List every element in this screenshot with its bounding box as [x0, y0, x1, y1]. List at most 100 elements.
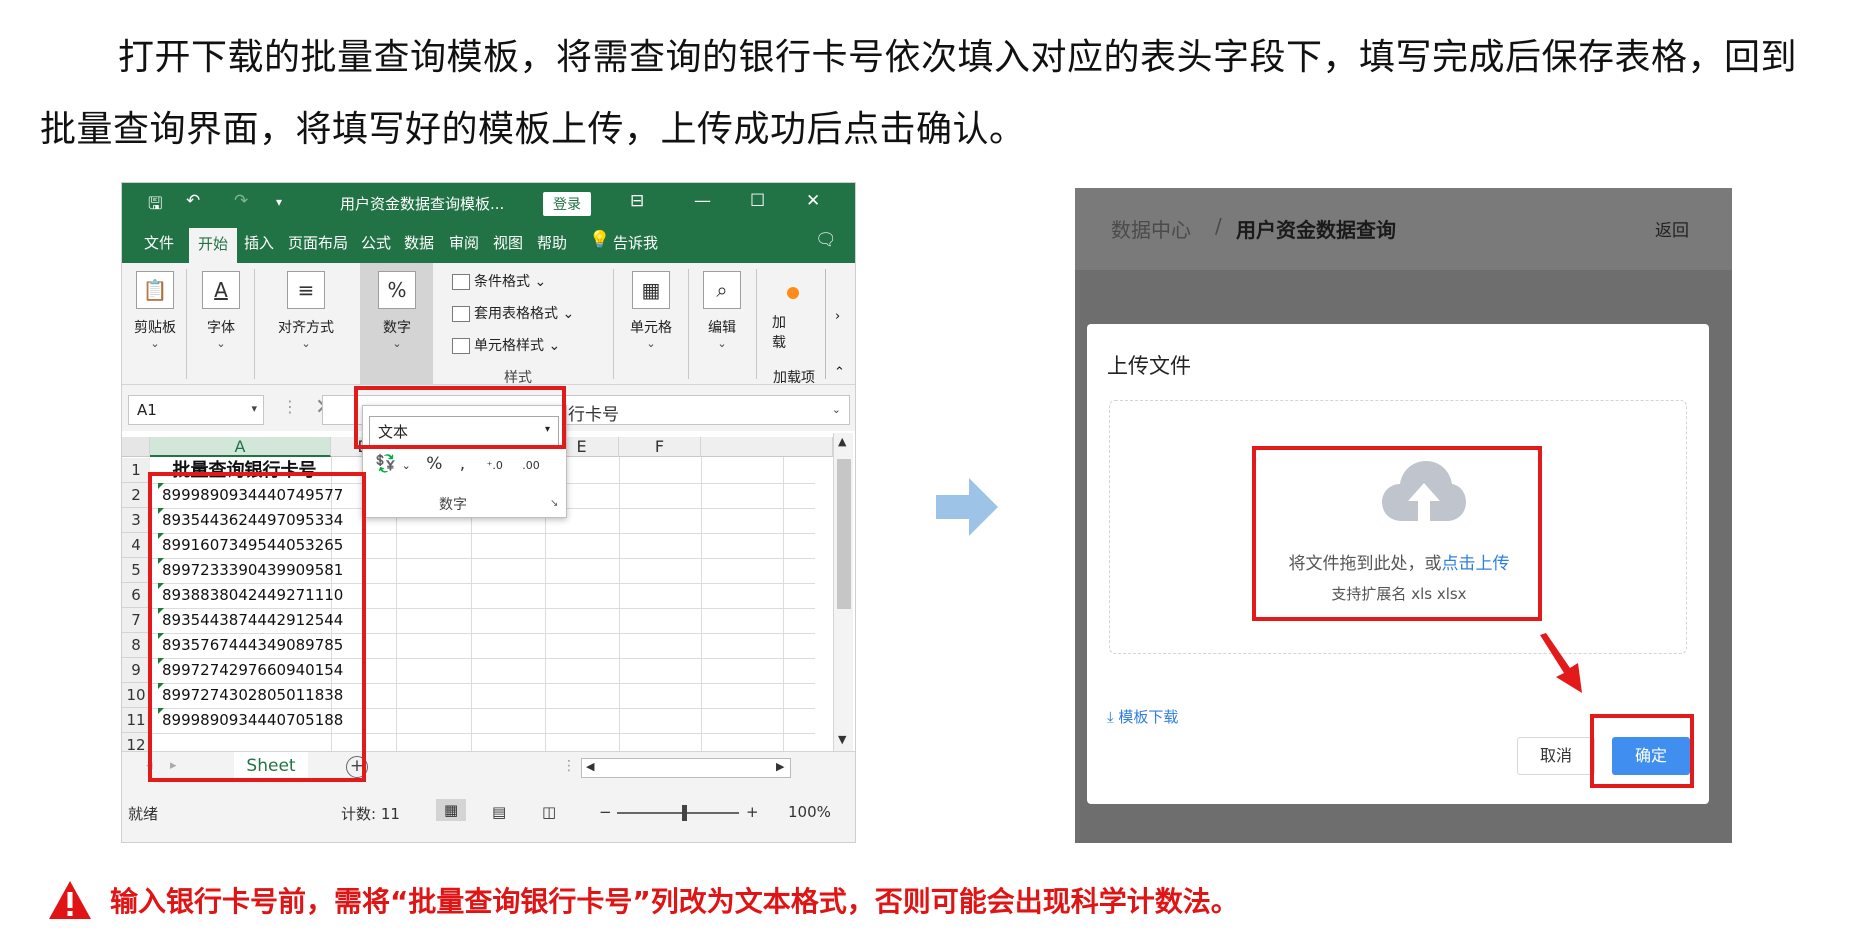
maximize-icon[interactable]: ☐ [750, 191, 765, 211]
card-number-cell[interactable]: 8997233390439909581 [158, 558, 343, 583]
card-number-cell[interactable]: 8935443624497095334 [158, 508, 343, 533]
column-header[interactable]: A [150, 437, 331, 457]
confirm-button[interactable]: 确定 [1612, 737, 1690, 775]
scroll-right-icon[interactable]: ▶ [776, 760, 784, 773]
zoom-in-icon[interactable]: + [746, 803, 759, 821]
redo-icon[interactable]: ↷ [234, 191, 248, 211]
card-number-cell[interactable]: 8991607349544053265 [158, 533, 343, 558]
tab-page-layout[interactable]: 页面布局 [288, 232, 348, 253]
upload-dropzone[interactable]: 将文件拖到此处，或点击上传 支持扩展名 xls xlsx [1109, 400, 1687, 654]
header-cell[interactable]: 批量查询银行卡号 [158, 458, 331, 483]
row-header[interactable]: 10 [122, 683, 150, 708]
dialog-launcher-icon[interactable]: ↘ [550, 498, 558, 509]
row-header[interactable]: 4 [122, 533, 150, 558]
vertical-scrollbar[interactable]: ▲ ▼ [833, 433, 853, 751]
card-number-cell[interactable]: 8938838042449271110 [158, 583, 343, 608]
horizontal-scrollbar[interactable]: ◀ ▶ [581, 758, 791, 778]
next-sheet-icon[interactable]: ▸ [170, 758, 177, 773]
sheet-tab[interactable]: Sheet [234, 752, 308, 782]
expand-formula-icon[interactable]: ⌄ [832, 403, 841, 416]
row-header[interactable]: 9 [122, 658, 150, 683]
addin-group[interactable]: 加载项 [772, 313, 812, 353]
card-number-cell[interactable]: 8999890934440749577 [158, 483, 343, 508]
card-number-cell[interactable]: 8935443874442912544 [158, 608, 343, 633]
zoom-slider-knob[interactable] [682, 805, 687, 821]
prev-sheet-icon[interactable]: ◂ [146, 758, 153, 773]
template-download-link[interactable]: ⤓ 模板下载 [1107, 706, 1178, 727]
row-header[interactable]: 6 [122, 583, 150, 608]
editing-group[interactable]: ⌕ 编辑 ⌄ [694, 271, 750, 350]
table-format-button[interactable]: 套用表格格式 ⌄ [452, 303, 574, 323]
close-icon[interactable]: ✕ [806, 191, 820, 211]
text-format-indicator-icon [158, 708, 164, 714]
table-format-icon [452, 306, 470, 322]
undo-icon[interactable]: ↶ [186, 191, 200, 211]
click-upload-link[interactable]: 点击上传 [1442, 554, 1510, 574]
cells-group[interactable]: ▦ 单元格 ⌄ [618, 271, 684, 350]
chevron-down-icon[interactable]: ⌄ [402, 459, 411, 472]
chevron-down-icon: ▾ [251, 402, 257, 415]
splitter-icon[interactable]: ⋮ [562, 758, 576, 774]
save-icon[interactable]: 🖫 [148, 191, 162, 220]
breadcrumb-parent[interactable]: 数据中心 [1111, 214, 1191, 243]
zoom-level[interactable]: 100% [788, 803, 831, 821]
minimize-icon[interactable]: — [694, 191, 711, 211]
row-header[interactable]: 7 [122, 608, 150, 633]
increase-decimal-icon[interactable]: ⁺.0 [487, 459, 503, 472]
zoom-slider[interactable] [617, 812, 739, 814]
customize-toolbar-icon[interactable]: ▾ [276, 195, 282, 209]
scroll-left-icon[interactable]: ◀ [586, 760, 594, 773]
number-format-dropdown[interactable]: 文本 ▾ [369, 416, 559, 446]
cell-style-button[interactable]: 单元格样式 ⌄ [452, 335, 560, 355]
card-number-cell[interactable]: 8935767444349089785 [158, 633, 343, 658]
comma-style-icon[interactable]: , [460, 454, 465, 474]
row-header[interactable]: 3 [122, 508, 150, 533]
cells-icon: ▦ [632, 271, 670, 309]
number-group[interactable]: % 数字 ⌄ [370, 271, 424, 350]
ribbon-display-icon[interactable]: ⊟ [630, 191, 644, 211]
card-number-cell[interactable]: 8999890934440705188 [158, 708, 343, 733]
clipboard-group[interactable]: 📋 剪贴板 ⌄ [130, 271, 180, 350]
column-header[interactable]: F [619, 437, 701, 457]
tab-help[interactable]: 帮助 [537, 232, 567, 253]
comment-icon[interactable]: 🗨 [815, 230, 837, 250]
select-all-corner[interactable] [122, 437, 150, 457]
decrease-decimal-icon[interactable]: .00 [522, 459, 540, 472]
tab-review[interactable]: 审阅 [449, 232, 479, 253]
scroll-down-icon[interactable]: ▼ [838, 733, 846, 746]
row-header[interactable]: 1 [122, 458, 150, 483]
card-number-cell[interactable]: 8997274302805011838 [158, 683, 343, 708]
alignment-group[interactable]: ≡ 对齐方式 ⌄ [258, 271, 354, 350]
conditional-format-button[interactable]: 条件格式 ⌄ [452, 271, 546, 291]
scroll-thumb[interactable] [837, 459, 851, 609]
scroll-up-icon[interactable]: ▲ [838, 435, 846, 448]
tab-tell-me[interactable]: 告诉我 [613, 232, 658, 253]
row-header[interactable]: 11 [122, 708, 150, 733]
login-button[interactable]: 登录 [543, 192, 591, 216]
collapse-ribbon-icon[interactable]: ⌃ [834, 365, 845, 380]
accounting-format-icon[interactable]: 💱 [375, 454, 396, 474]
normal-view-icon[interactable]: ▦ [436, 799, 467, 821]
row-header[interactable]: 8 [122, 633, 150, 658]
back-button[interactable]: 返回 [1655, 216, 1689, 241]
card-number-cell[interactable]: 8997274297660940154 [158, 658, 343, 683]
cancel-button[interactable]: 取消 [1517, 737, 1595, 775]
clipboard-icon: 📋 [136, 271, 174, 309]
tab-insert[interactable]: 插入 [244, 232, 274, 253]
name-box[interactable]: A1 ▾ [128, 395, 264, 425]
lightbulb-icon[interactable]: 💡 [589, 230, 610, 250]
tab-home[interactable]: 开始 [189, 228, 238, 263]
row-header[interactable]: 2 [122, 483, 150, 508]
tab-view[interactable]: 视图 [493, 232, 523, 253]
tab-formulas[interactable]: 公式 [361, 232, 391, 253]
percent-style-icon[interactable]: % [426, 454, 442, 474]
row-header[interactable]: 5 [122, 558, 150, 583]
tab-data[interactable]: 数据 [404, 232, 434, 253]
tab-file[interactable]: 文件 [144, 232, 174, 253]
page-layout-view-icon[interactable]: ▤ [492, 803, 506, 821]
page-break-view-icon[interactable]: ◫ [542, 803, 556, 821]
add-sheet-icon[interactable]: + [346, 756, 368, 778]
zoom-out-icon[interactable]: − [599, 803, 612, 821]
chevron-right-icon[interactable]: › [835, 309, 840, 324]
font-group[interactable]: A 字体 ⌄ [196, 271, 246, 350]
